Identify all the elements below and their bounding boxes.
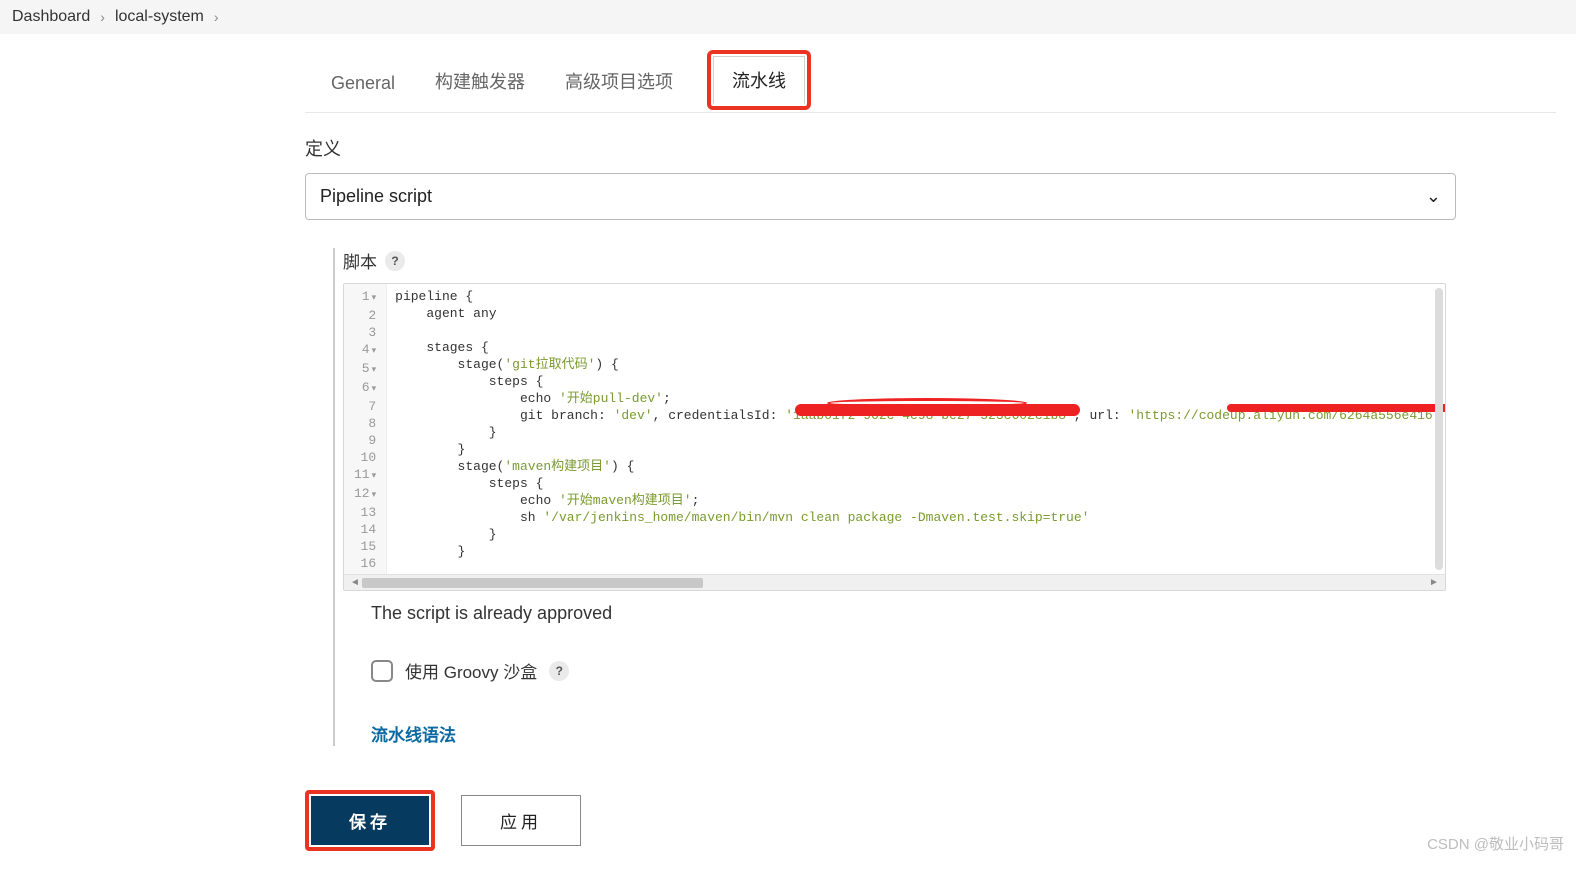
definition-select[interactable]: Pipeline script ⌄ — [305, 173, 1456, 220]
definition-label: 定义 — [305, 135, 1556, 161]
apply-button[interactable]: 应用 — [461, 795, 581, 846]
config-form: General 构建触发器 高级项目选项 流水线 定义 Pipeline scr… — [285, 34, 1576, 891]
tab-general[interactable]: General — [325, 65, 401, 104]
highlight-save-button: 保存 — [305, 790, 435, 851]
groovy-sandbox-checkbox[interactable] — [371, 660, 393, 682]
highlight-pipeline-tab: 流水线 — [707, 50, 811, 110]
horizontal-scrollbar[interactable]: ◄ ► — [344, 574, 1445, 590]
scroll-left-icon[interactable]: ◄ — [348, 577, 362, 588]
help-icon[interactable]: ? — [549, 661, 569, 681]
chevron-down-icon: ⌄ — [1426, 186, 1441, 207]
code-content[interactable]: pipeline { agent any stages { stage('git… — [387, 284, 1445, 574]
line-gutter: 1234567891011121314151617 — [344, 284, 387, 574]
script-section: 脚本 ? 1234567891011121314151617 pipeline … — [333, 248, 1556, 746]
breadcrumb-dashboard[interactable]: Dashboard — [12, 8, 90, 26]
vertical-scrollbar[interactable] — [1433, 288, 1443, 570]
pipeline-syntax-link[interactable]: 流水线语法 — [371, 721, 456, 746]
tab-advanced-options[interactable]: 高级项目选项 — [559, 60, 679, 104]
save-button[interactable]: 保存 — [311, 796, 429, 845]
scroll-right-icon[interactable]: ► — [1427, 577, 1441, 588]
form-buttons: 保存 应用 — [305, 790, 1556, 851]
script-label: 脚本 — [343, 248, 377, 273]
help-icon[interactable]: ? — [385, 251, 405, 271]
redaction-mark — [827, 398, 1027, 408]
groovy-sandbox-label: 使用 Groovy 沙盒 — [405, 658, 537, 683]
definition-select-value: Pipeline script — [320, 186, 432, 207]
script-approved-text: The script is already approved — [371, 603, 1556, 624]
script-editor[interactable]: 1234567891011121314151617 pipeline { age… — [343, 283, 1446, 591]
tab-pipeline[interactable]: 流水线 — [713, 56, 805, 104]
chevron-right-icon: › — [100, 9, 105, 25]
tabs-row: General 构建触发器 高级项目选项 流水线 — [305, 34, 1556, 113]
breadcrumb: Dashboard › local-system › — [0, 0, 1576, 34]
tab-build-triggers[interactable]: 构建触发器 — [429, 60, 531, 104]
breadcrumb-local-system[interactable]: local-system — [115, 8, 204, 26]
redaction-mark — [1227, 404, 1445, 412]
chevron-right-icon: › — [214, 9, 219, 25]
watermark: CSDN @敬业小码哥 — [1427, 833, 1564, 854]
